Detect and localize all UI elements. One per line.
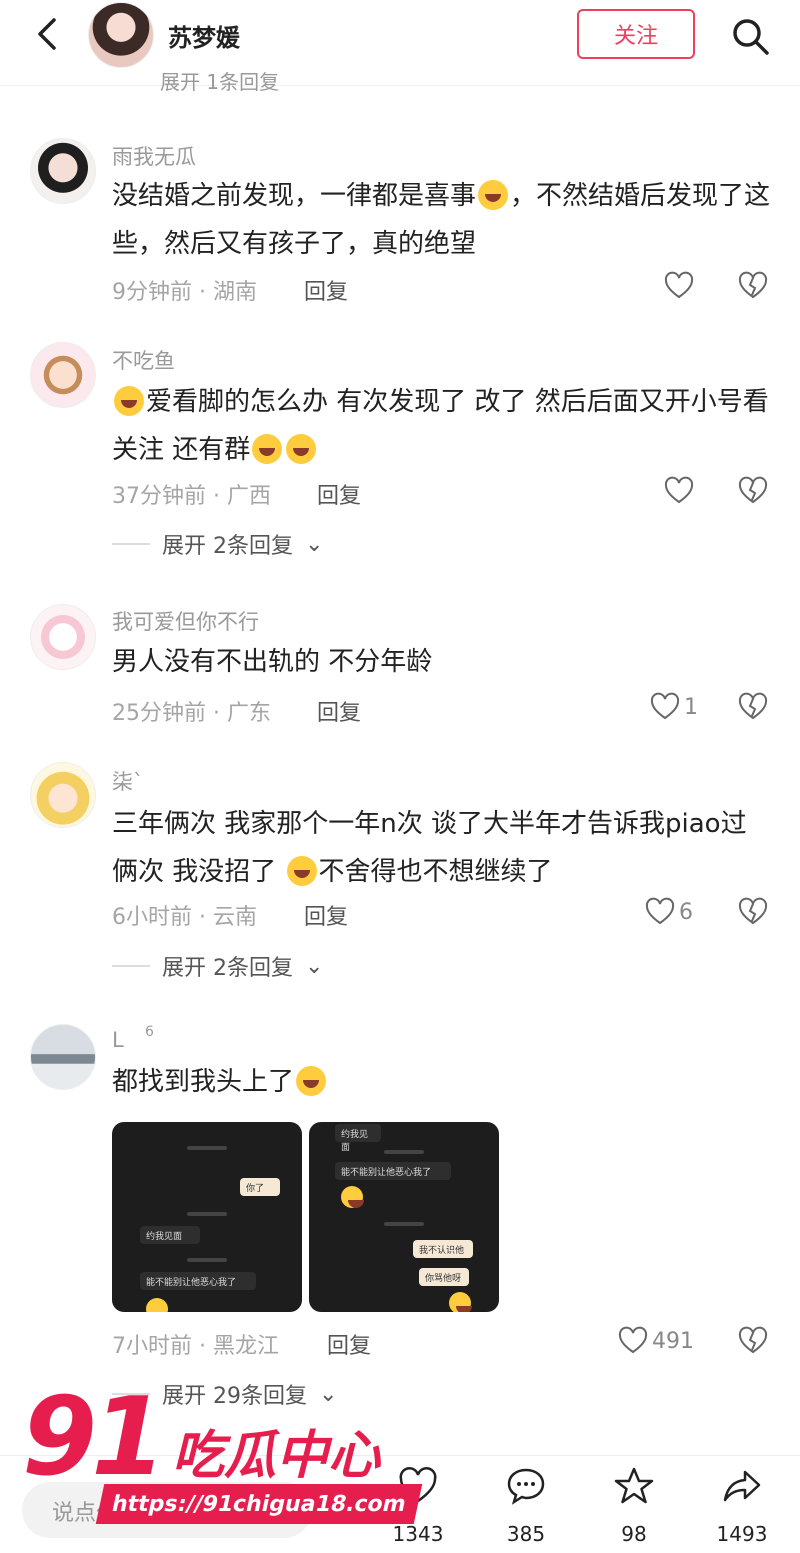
comment-meta: 37分钟前 · 广西: [112, 484, 271, 509]
like-button[interactable]: 6: [645, 897, 693, 927]
watermark-logo: 91 吃瓜中心 https://91chigua18.com: [22, 1378, 432, 1528]
comment-bubble-icon: [507, 1468, 545, 1505]
emoji-sticker-icon: [146, 1298, 168, 1312]
chat-bubble: 能不能别让他恶心我了: [140, 1272, 256, 1290]
like-count: 1: [684, 694, 698, 720]
chat-bubble: 你了: [240, 1178, 280, 1196]
top-bar: 展开 1条回复 苏梦媛 关注: [0, 0, 800, 94]
expand-replies[interactable]: 展开 2条回复 ⌄: [112, 950, 323, 982]
heart-icon: [645, 897, 675, 925]
heart-icon: [664, 271, 694, 299]
comment-meta: 9分钟前 · 湖南: [112, 280, 257, 305]
comment-text: 都找到我头上了: [112, 1058, 772, 1106]
commenter-avatar[interactable]: [30, 604, 96, 670]
chat-bubble: 我不认识他: [413, 1240, 473, 1258]
broken-heart-icon[interactable]: [738, 1326, 768, 1356]
laughing-crying-emoji-icon: [296, 1066, 327, 1096]
comment-text-part: 不舍得也不想继续了: [318, 857, 553, 887]
broken-heart-icon[interactable]: [738, 271, 768, 301]
level-badge: 6: [145, 1024, 154, 1040]
commenter-name[interactable]: 我可爱但你不行: [112, 606, 259, 636]
comment-text: 三年俩次 我家那个一年n次 谈了大半年才告诉我piao过俩次 我没招了 不舍得也…: [112, 800, 772, 896]
comment-text: 没结婚之前发现，一律都是喜事 ，不然结婚后发现了这些，然后又有孩子了，真的绝望: [112, 172, 772, 268]
comment-text: 男人没有不出轨的 不分年龄: [112, 647, 433, 677]
chevron-down-icon: ⌄: [305, 531, 324, 557]
chat-time: [187, 1212, 227, 1216]
clipped-expand-text: 展开 1条回复: [160, 70, 280, 94]
comment-text-part: 没结婚之前发现，一律都是喜事: [112, 181, 477, 211]
chat-time: [187, 1146, 227, 1150]
commenter-name[interactable]: 雨我无瓜: [112, 141, 196, 171]
follow-button[interactable]: 关注: [577, 9, 695, 59]
reply-button[interactable]: 回复: [327, 1328, 371, 1360]
favorite-count: 98: [621, 1522, 647, 1546]
laughing-crying-emoji-icon: [114, 386, 144, 416]
broken-heart-icon[interactable]: [738, 476, 768, 506]
chevron-down-icon: ⌄: [305, 953, 324, 979]
chat-time: [384, 1222, 424, 1226]
commenter-avatar[interactable]: [30, 342, 96, 408]
like-button[interactable]: [664, 476, 694, 506]
heart-icon: [618, 1326, 648, 1354]
share-action[interactable]: 1493: [702, 1466, 782, 1546]
emoji-sticker-icon: [449, 1292, 472, 1312]
commenter-name[interactable]: 不吃鱼: [112, 345, 175, 375]
author-name[interactable]: 苏梦媛: [168, 18, 240, 53]
comment-meta: 7小时前 · 黑龙江: [112, 1334, 279, 1359]
comment-text-part: 爱看脚的怎么办 有次发现了 改了 然后后面又开小号看 关注 还有群: [112, 387, 769, 465]
heart-icon: [664, 476, 694, 504]
reply-button[interactable]: 回复: [304, 899, 348, 931]
reply-button[interactable]: 回复: [304, 274, 348, 306]
emoji-sticker-icon: [341, 1186, 364, 1208]
watermark-title: 吃瓜中心: [172, 1426, 381, 1486]
share-count: 1493: [716, 1522, 768, 1546]
share-arrow-icon: [723, 1470, 761, 1502]
back-arrow-icon[interactable]: [30, 14, 66, 54]
comment-action[interactable]: 385: [486, 1466, 566, 1546]
broken-heart-icon[interactable]: [738, 692, 768, 722]
comment-text: 爱看脚的怎么办 有次发现了 改了 然后后面又开小号看 关注 还有群: [112, 378, 772, 474]
favorite-action[interactable]: 98: [594, 1466, 674, 1546]
broken-heart-icon[interactable]: [738, 897, 768, 927]
reply-button[interactable]: 回复: [317, 478, 361, 510]
tired-emoji-icon: [286, 856, 317, 886]
divider-line: [112, 965, 150, 967]
commenter-avatar[interactable]: [30, 138, 96, 204]
watermark-number: 91: [22, 1375, 166, 1500]
like-button[interactable]: [664, 271, 694, 301]
author-avatar[interactable]: [88, 2, 154, 68]
like-count: 491: [652, 1328, 694, 1354]
chat-bubble: 约我见面: [335, 1124, 381, 1153]
commenter-avatar[interactable]: [30, 762, 96, 828]
like-count: 6: [679, 899, 693, 925]
watermark-url: https://91chigua18.com: [95, 1484, 423, 1524]
crying-emoji-icon: [478, 180, 509, 210]
commenter-name[interactable]: L: [112, 1028, 124, 1052]
like-button[interactable]: 491: [618, 1326, 694, 1356]
chat-bubble: 你骂他呀: [419, 1268, 469, 1286]
star-icon: [614, 1467, 654, 1504]
divider-line: [112, 543, 150, 545]
heart-icon: [650, 692, 680, 720]
comment-text-part: 都找到我头上了: [112, 1067, 295, 1097]
reply-button[interactable]: 回复: [317, 695, 361, 727]
laughing-crying-emoji-icon: [286, 434, 317, 464]
search-icon[interactable]: [728, 14, 772, 58]
comment-meta: 25分钟前 · 广东: [112, 701, 271, 726]
expand-label: 展开 2条回复: [162, 534, 293, 559]
chat-bubble: 能不能别让他恶心我了: [335, 1162, 451, 1180]
comment-count: 385: [506, 1522, 546, 1546]
chat-time: [384, 1150, 424, 1154]
expand-label: 展开 2条回复: [162, 956, 293, 981]
attached-image[interactable]: 你了 约我见面 能不能别让他恶心我了: [112, 1122, 302, 1312]
comment-meta: 6小时前 · 云南: [112, 905, 257, 930]
like-button[interactable]: 1: [650, 692, 698, 722]
laughing-crying-emoji-icon: [252, 434, 283, 464]
commenter-name[interactable]: 柒`: [112, 766, 144, 796]
commenter-avatar[interactable]: [30, 1024, 96, 1090]
chat-time: [187, 1258, 227, 1262]
attached-image[interactable]: 约我见面 能不能别让他恶心我了 我不认识他 你骂他呀: [309, 1122, 499, 1312]
chat-bubble: 约我见面: [140, 1226, 200, 1244]
expand-replies[interactable]: 展开 2条回复 ⌄: [112, 528, 323, 560]
